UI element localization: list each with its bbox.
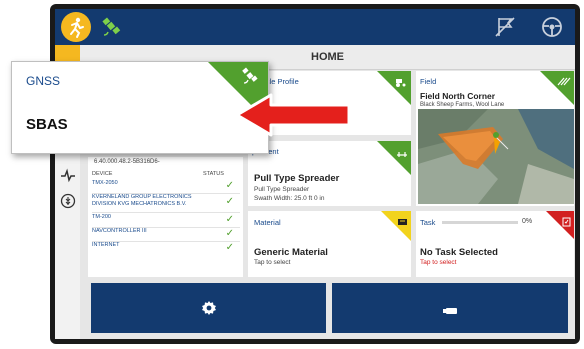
device-row[interactable]: INTERNET ✓ bbox=[92, 242, 240, 255]
top-bar bbox=[55, 9, 575, 45]
device-row[interactable]: NAVCONTROLLER III ✓ bbox=[92, 228, 240, 242]
firmware-version: 6.40.000.48.2-5B316D6- bbox=[94, 159, 160, 165]
implement-type: Pull Type Spreader bbox=[254, 186, 310, 193]
callout-arrow bbox=[235, 93, 355, 137]
status-check-icon: ✓ bbox=[225, 196, 234, 207]
task-hint: Tap to select bbox=[420, 259, 457, 266]
device-row[interactable]: TM-200 ✓ bbox=[92, 214, 240, 228]
field-icon bbox=[557, 73, 571, 86]
field-location: Black Sheep Farms, Wool Lane bbox=[420, 102, 505, 108]
task-progress-text: 0% bbox=[522, 218, 533, 225]
material-name: Generic Material bbox=[254, 247, 328, 258]
field-card[interactable]: Field Field North Corner Black Sheep Far… bbox=[416, 71, 574, 206]
device-name: TM-200 bbox=[92, 214, 111, 220]
device-column-header: DEVICE bbox=[92, 171, 113, 177]
status-check-icon: ✓ bbox=[225, 214, 234, 225]
device-row[interactable]: TMX-2050 ✓ bbox=[92, 180, 240, 194]
task-progress-bar bbox=[442, 221, 518, 224]
spreader-icon bbox=[396, 145, 408, 157]
field-name: Field North Corner bbox=[420, 91, 496, 101]
gear-icon bbox=[201, 300, 217, 316]
device-name: INTERNET bbox=[92, 242, 120, 248]
usb-button[interactable] bbox=[332, 283, 568, 333]
pulse-icon[interactable] bbox=[60, 167, 76, 183]
tractor-icon bbox=[395, 74, 407, 87]
device-name: NAVCONTROLLER III bbox=[92, 228, 147, 234]
device-name: TMX-2050 bbox=[92, 180, 118, 186]
status-check-icon: ✓ bbox=[225, 180, 234, 191]
material-card-label: Material bbox=[254, 218, 281, 227]
clipboard-icon bbox=[562, 214, 571, 227]
gnss-correction-value: SBAS bbox=[26, 116, 68, 133]
field-card-label: Field bbox=[420, 77, 437, 86]
device-name: KVERNELAND GROUP ELECTRONICS DIVISION KV… bbox=[92, 194, 192, 207]
devices-card[interactable]: 6.40.000.48.2-5B316D6- DEVICE STATUS TMX… bbox=[88, 157, 243, 277]
gnss-popup[interactable]: GNSS SBAS bbox=[11, 61, 269, 154]
task-name: No Task Selected bbox=[420, 247, 498, 258]
usb-stick-icon bbox=[442, 303, 458, 314]
runner-icon[interactable] bbox=[61, 12, 91, 42]
implement-name: Pull Type Spreader bbox=[254, 173, 340, 184]
implement-card[interactable]: plement Pull Type Spreader Pull Type Spr… bbox=[248, 141, 411, 206]
gnss-label: GNSS bbox=[26, 74, 61, 88]
satellite-icon bbox=[240, 66, 262, 86]
material-card[interactable]: Material Generic Material Tap to select bbox=[248, 211, 411, 277]
status-check-icon: ✓ bbox=[225, 228, 234, 239]
material-warning-icon bbox=[397, 214, 408, 225]
steering-wheel-icon[interactable] bbox=[539, 14, 565, 40]
implement-swath: Swath Width: 25.0 ft 0 in bbox=[254, 195, 325, 202]
task-card-label: Task bbox=[420, 218, 436, 227]
status-column-header: STATUS bbox=[203, 171, 224, 177]
status-check-icon: ✓ bbox=[225, 242, 234, 253]
settings-button[interactable] bbox=[91, 283, 326, 333]
field-map[interactable] bbox=[418, 109, 574, 204]
task-card[interactable]: Task 0% No Task Selected Tap to select bbox=[416, 211, 574, 277]
satellite-icon[interactable] bbox=[99, 15, 125, 39]
device-row[interactable]: KVERNELAND GROUP ELECTRONICS DIVISION KV… bbox=[92, 194, 240, 213]
wheat-icon[interactable] bbox=[60, 193, 76, 209]
crossed-flag-icon[interactable] bbox=[493, 15, 517, 39]
material-hint: Tap to select bbox=[254, 259, 291, 266]
screen: HOME hicle Profile pilot Field Field Nor… bbox=[55, 9, 575, 339]
